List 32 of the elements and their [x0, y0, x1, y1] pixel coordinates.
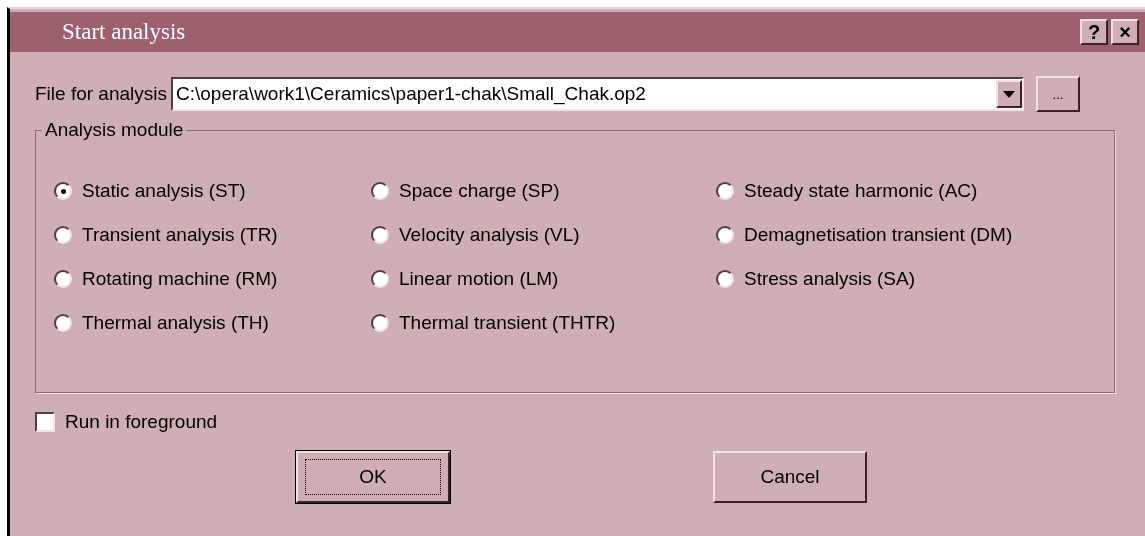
radio-button[interactable] — [716, 182, 734, 200]
file-combo[interactable]: C:\opera\work1\Ceramics\paper1-chak\Small_Chak.op2 — [171, 77, 1024, 111]
checkbox-option[interactable]: Run in foreground — [35, 411, 218, 433]
cancel-button[interactable]: Cancel — [713, 451, 867, 503]
radio-button[interactable] — [54, 182, 72, 200]
close-button[interactable]: × — [1111, 19, 1139, 45]
radio-button[interactable] — [54, 226, 72, 244]
radio-button[interactable] — [371, 182, 389, 200]
radio-option[interactable]: Space charge (SP) — [371, 179, 716, 203]
help-button[interactable]: ? — [1080, 19, 1108, 45]
radio-option[interactable]: Linear motion (LM) — [371, 267, 716, 291]
radio-option[interactable]: Transient analysis (TR) — [54, 223, 371, 247]
radio-button[interactable] — [716, 270, 734, 288]
checkbox[interactable] — [35, 412, 55, 432]
radio-option[interactable]: Static analysis (ST) — [54, 179, 371, 203]
radio-button[interactable] — [54, 270, 72, 288]
radio-option[interactable]: Thermal transient (THTR) — [371, 311, 716, 335]
radio-option[interactable]: Velocity analysis (VL) — [371, 223, 716, 247]
ok-button[interactable]: OK — [296, 451, 450, 503]
radio-button[interactable] — [371, 314, 389, 332]
window-title: Start analysis — [62, 19, 186, 45]
radio-button[interactable] — [716, 226, 734, 244]
field-label: File for analysis — [35, 83, 167, 105]
radio-button[interactable] — [371, 226, 389, 244]
browse-button[interactable]: ... — [1036, 76, 1080, 112]
radio-button[interactable] — [371, 270, 389, 288]
radio-button[interactable] — [54, 314, 72, 332]
radio-option[interactable]: Demagnetisation transient (DM) — [716, 223, 1114, 247]
radio-option[interactable]: Steady state harmonic (AC) — [716, 179, 1114, 203]
radio-option[interactable]: Stress analysis (SA) — [716, 267, 1114, 291]
radio-option[interactable]: Thermal analysis (TH) — [54, 311, 371, 335]
radio-option[interactable]: Rotating machine (RM) — [54, 267, 371, 291]
